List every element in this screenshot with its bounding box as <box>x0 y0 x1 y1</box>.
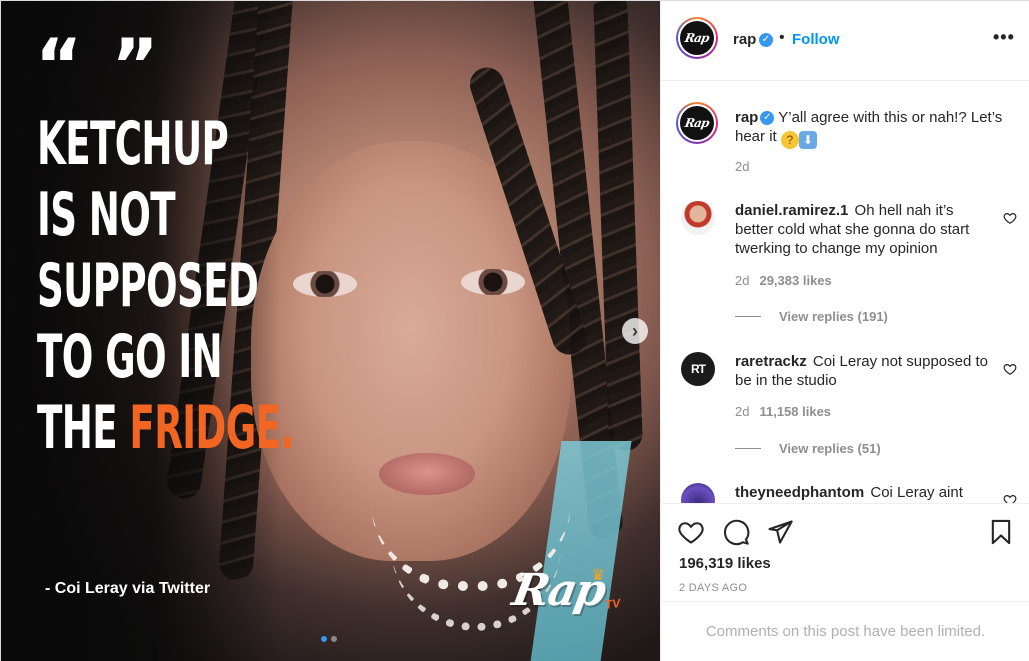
next-slide-button[interactable]: › <box>622 318 648 344</box>
post-actions: 196,319 likes 2 DAYS AGO <box>661 503 1029 601</box>
comment-time[interactable]: 2d <box>735 273 749 288</box>
caption-avatar[interactable]: Rap <box>676 102 718 144</box>
comment: daniel.ramirez.1 Oh hell nah it’s better… <box>735 201 993 258</box>
headline: KETCHUP IS NOT SUPPOSED TO GO IN THE FRI… <box>37 109 297 464</box>
comment-username[interactable]: theyneedphantom <box>735 484 864 501</box>
account-avatar[interactable]: Rap <box>676 17 718 59</box>
view-replies-button[interactable]: View replies (51) <box>735 441 881 456</box>
like-comment-heart-icon[interactable] <box>1003 362 1017 376</box>
account-username[interactable]: rap <box>733 31 756 48</box>
more-options-icon[interactable]: ••• <box>993 27 1015 48</box>
comments-limited-notice: Comments on this post have been limited. <box>661 601 1029 661</box>
post-image[interactable]: “ ” KETCHUP IS NOT SUPPOSED TO GO IN THE… <box>1 1 660 661</box>
replies-divider <box>735 448 761 449</box>
comment-username[interactable]: daniel.ramirez.1 <box>735 202 848 219</box>
headline-line: KETCHUP <box>37 109 229 179</box>
caption-time[interactable]: 2d <box>735 159 749 174</box>
down-arrow-icon: ⬇ <box>798 131 817 149</box>
carousel-indicator <box>321 636 337 642</box>
headline-accent: FRIDGE. <box>129 393 294 463</box>
avatar-logo: Rap <box>684 116 710 130</box>
headline-prefix: THE <box>37 393 130 463</box>
rap-tv-watermark: Rap ♛ TV <box>509 565 629 621</box>
avatar-logo: Rap <box>684 31 710 45</box>
comment-time[interactable]: 2d <box>735 404 749 419</box>
attribution: - Coi Leray via Twitter <box>45 580 211 597</box>
separator-dot: • <box>779 29 785 46</box>
eye <box>461 269 525 295</box>
comment-avatar[interactable]: RT <box>681 352 715 386</box>
comment: theyneedphantom Coi Leray aint <box>735 483 993 502</box>
comments-list[interactable]: Rap rap ✓ Y’all agree with this or nah!? … <box>661 81 1029 503</box>
view-replies-button[interactable]: View replies (191) <box>735 309 888 324</box>
comment-likes[interactable]: 11,158 likes <box>759 404 831 419</box>
comment-avatar[interactable] <box>681 483 715 503</box>
caption-text: Y’all agree with this or nah!? Let’s hea… <box>735 109 1003 145</box>
like-comment-heart-icon[interactable] <box>1003 493 1017 503</box>
like-heart-icon[interactable] <box>677 518 705 546</box>
likes-count[interactable]: 196,319 likes <box>679 555 771 572</box>
avatar-initials: RT <box>691 362 706 376</box>
comment-meta: 2d 29,383 likes <box>735 273 832 288</box>
view-replies-label: View replies (51) <box>779 441 881 456</box>
eye <box>293 271 357 297</box>
verified-badge-icon: ✓ <box>760 111 775 126</box>
headline-line: TO GO IN <box>37 322 223 392</box>
headline-line: IS NOT <box>37 180 176 250</box>
carousel-dot <box>331 636 337 642</box>
crown-icon: ♛ <box>591 567 606 584</box>
save-bookmark-icon[interactable] <box>987 518 1015 546</box>
quote-marks: “ ” <box>35 23 161 107</box>
comment-avatar[interactable] <box>681 201 715 235</box>
verified-badge-icon: ✓ <box>759 33 773 47</box>
chevron-right-icon: › <box>632 321 638 341</box>
comment-bubble-icon[interactable] <box>722 518 750 546</box>
caption-username[interactable]: rap <box>735 109 758 126</box>
comment-text: Coi Leray aint <box>866 484 963 501</box>
watermark-tv: TV <box>604 596 622 612</box>
like-comment-heart-icon[interactable] <box>1003 211 1017 225</box>
replies-divider <box>735 316 761 317</box>
follow-button[interactable]: Follow <box>792 31 840 48</box>
comment-username[interactable]: raretrackz <box>735 353 807 370</box>
post-header: Rap rap ✓ • Follow ••• <box>661 1 1029 81</box>
thinking-face-icon: ? <box>780 131 799 149</box>
comment-likes[interactable]: 29,383 likes <box>759 273 831 288</box>
post-date[interactable]: 2 DAYS AGO <box>679 582 747 594</box>
headline-line: SUPPOSED <box>37 251 259 321</box>
comment-meta: 2d 11,158 likes <box>735 404 831 419</box>
comment: raretrackz Coi Leray not supposed to be … <box>735 352 993 390</box>
headline-line: THE FRIDGE. <box>37 393 295 464</box>
view-replies-label: View replies (191) <box>779 309 888 324</box>
carousel-dot-active <box>321 636 327 642</box>
share-paper-plane-icon[interactable] <box>766 518 794 546</box>
lips <box>379 453 475 495</box>
instagram-post: “ ” KETCHUP IS NOT SUPPOSED TO GO IN THE… <box>0 0 1029 661</box>
post-sidebar: Rap rap ✓ • Follow ••• Rap rap ✓ Y’all ag… <box>660 1 1029 661</box>
caption: rap ✓ Y’all agree with this or nah!? Let’… <box>735 108 1020 149</box>
